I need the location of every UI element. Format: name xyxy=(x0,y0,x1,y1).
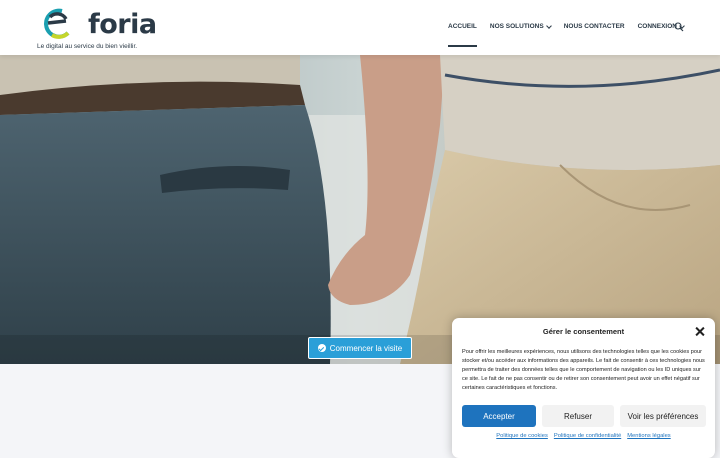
consent-title: Gérer le consentement xyxy=(542,327,625,336)
tagline: Le digital au service du bien vieillir. xyxy=(37,43,138,50)
close-icon[interactable] xyxy=(695,327,704,336)
consent-links: Politique de cookies Politique de confid… xyxy=(452,433,715,439)
consent-text: Pour offrir les meilleures expériences, … xyxy=(462,349,705,391)
nav-item-nos-solutions[interactable]: NOS SOLUTIONS xyxy=(489,22,552,30)
start-visit-label: Commencer la visite xyxy=(329,343,403,353)
cookie-policy-link[interactable]: Politique de cookies xyxy=(496,433,548,439)
nav-label: NOUS CONTACTER xyxy=(563,23,625,30)
cookie-consent-dialog: Gérer le consentement Pour offrir les me… xyxy=(452,318,715,458)
nav-label: CONNEXION xyxy=(637,23,677,30)
main-nav: ACCUEIL NOS SOLUTIONS NOUS CONTACTER CON… xyxy=(448,22,697,47)
start-visit-button[interactable]: Commencer la visite xyxy=(308,337,412,359)
site-header: foria Le digital au service du bien viei… xyxy=(0,0,720,55)
privacy-policy-link[interactable]: Politique de confidentialité xyxy=(554,433,621,439)
logo-e-mark xyxy=(43,8,70,39)
eforia-logo[interactable]: foria xyxy=(38,5,157,43)
chevron-down-icon xyxy=(545,22,552,29)
refuse-button[interactable]: Refuser xyxy=(542,405,614,427)
consent-actions: Accepter Refuser Voir les préférences xyxy=(462,405,706,427)
accept-button[interactable]: Accepter xyxy=(462,405,536,427)
nav-label: NOS SOLUTIONS xyxy=(489,23,544,30)
view-preferences-button[interactable]: Voir les préférences xyxy=(620,405,706,427)
nav-item-nous-contacter[interactable]: NOUS CONTACTER xyxy=(564,23,625,30)
nav-label: ACCUEIL xyxy=(448,23,477,30)
check-circle-icon xyxy=(317,344,326,352)
logo-wordmark: foria xyxy=(88,9,157,40)
search-icon[interactable] xyxy=(674,22,684,32)
nav-item-accueil[interactable]: ACCUEIL xyxy=(448,23,477,47)
legal-notice-link[interactable]: Mentions légales xyxy=(627,433,671,439)
